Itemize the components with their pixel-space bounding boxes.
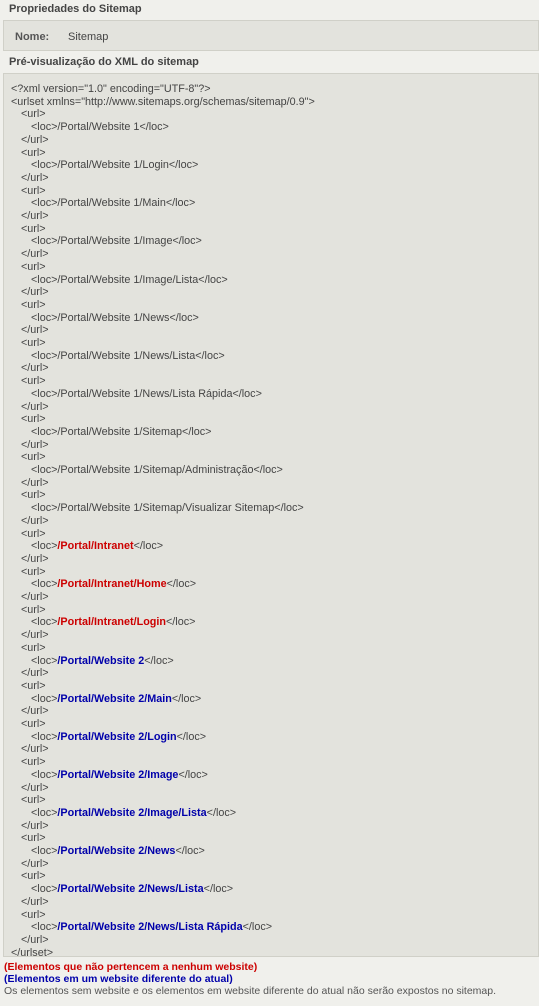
loc-close-tag: </loc> <box>198 273 228 286</box>
sitemap-entry-path: /Portal/Website 1/News <box>57 311 170 324</box>
loc-open-tag: <loc> <box>31 121 58 134</box>
loc-close-tag: </loc> <box>274 502 304 515</box>
loc-open-tag: <loc> <box>31 464 58 476</box>
loc-close-tag: </loc> <box>144 654 174 667</box>
loc-open-tag: <loc> <box>31 921 58 934</box>
loc-close-tag: </loc> <box>133 540 164 553</box>
name-value: Sitemap <box>68 31 109 43</box>
sitemap-entry-path: /Portal/Website 1/Sitemap/Administração <box>57 464 254 476</box>
loc-open-tag: <loc> <box>31 425 58 438</box>
loc-close-tag: </loc> <box>203 883 234 896</box>
sitemap-entry-path: /Portal/Website 2/News/Lista Rápida <box>57 921 243 934</box>
preview-section-title: Pré-visualização do XML do sitemap <box>0 53 539 71</box>
sitemap-entry-path: /Portal/Intranet <box>57 540 134 553</box>
sitemap-entry-path: /Portal/Website 1/News/Lista Rápida <box>57 387 233 400</box>
loc-close-tag: </loc> <box>166 616 196 629</box>
legend-note: Os elementos sem website e os elementos … <box>4 985 497 997</box>
sitemap-entry-path: /Portal/Website 2/Main <box>57 692 172 705</box>
loc-close-tag: </loc> <box>206 806 237 819</box>
loc-close-tag: </loc> <box>176 730 207 743</box>
xml-preview-panel: <?xml version="1.0" encoding="UTF-8"?> <u… <box>3 73 539 957</box>
sitemap-entry-path: /Portal/Website 2/News <box>57 845 176 857</box>
loc-close-tag: </loc> <box>182 425 212 438</box>
url-loc: <loc>/Portal/Website 1/News/Lista Rápida… <box>11 387 262 401</box>
loc-open-tag: <loc> <box>31 578 58 591</box>
loc-open-tag: <loc> <box>31 806 58 819</box>
loc-close-tag: </loc> <box>171 692 202 705</box>
loc-open-tag: <loc> <box>31 883 58 896</box>
loc-close-tag: </loc> <box>232 387 262 400</box>
sitemap-entry-path: /Portal/Website 1/Main <box>57 197 166 210</box>
loc-open-tag: <loc> <box>31 159 58 172</box>
loc-open-tag: <loc> <box>31 387 58 400</box>
sitemap-entry-path: /Portal/Website 2/Image <box>57 768 179 781</box>
legend-no-website: (Elementos que não pertencem a nenhum we… <box>4 961 258 973</box>
url-loc: <loc>/Portal/Website 1/Sitemap/Visualiza… <box>11 501 304 515</box>
properties-section-title: Propriedades do Sitemap <box>0 0 539 18</box>
loc-open-tag: <loc> <box>31 654 58 667</box>
loc-close-tag: </loc> <box>139 121 169 134</box>
sitemap-entry-path: /Portal/Intranet/Login <box>57 616 166 629</box>
name-row: Nome: Sitemap <box>3 20 539 51</box>
sitemap-entry-path: /Portal/Website 2/Login <box>57 730 177 743</box>
sitemap-entry-path: /Portal/Website 1/Sitemap/Visualizar Sit… <box>57 502 275 515</box>
loc-close-tag: </loc> <box>253 464 283 476</box>
name-label: Nome: <box>15 31 50 43</box>
sitemap-entry-path: /Portal/Website 1/Sitemap <box>57 425 183 438</box>
loc-close-tag: </loc> <box>168 159 199 172</box>
loc-open-tag: <loc> <box>31 730 58 743</box>
loc-close-tag: </loc> <box>175 845 205 857</box>
sitemap-entry-path: /Portal/Website 1/Login <box>57 159 169 172</box>
sitemap-entry-path: /Portal/Website 2/News/Lista <box>57 883 204 896</box>
sitemap-entry-path: /Portal/Website 2 <box>57 654 145 667</box>
loc-open-tag: <loc> <box>31 616 58 629</box>
sitemap-entry-path: /Portal/Website 1/Image/Lista <box>57 273 199 286</box>
loc-close-tag: </loc> <box>166 578 197 591</box>
loc-open-tag: <loc> <box>31 197 58 210</box>
loc-open-tag: <loc> <box>31 768 58 781</box>
url-loc: <loc>/Portal/Website 2/News/Lista Rápida… <box>11 920 272 934</box>
loc-close-tag: </loc> <box>169 311 199 324</box>
loc-open-tag: <loc> <box>31 311 58 324</box>
sitemap-entry-path: /Portal/Website 1 <box>57 121 140 134</box>
loc-close-tag: </loc> <box>165 197 196 210</box>
sitemap-entry-path: /Portal/Intranet/Home <box>57 578 167 591</box>
loc-close-tag: </loc> <box>242 921 273 934</box>
loc-close-tag: </loc> <box>195 349 225 362</box>
loc-open-tag: <loc> <box>31 349 58 362</box>
urlset-open: <urlset xmlns="http://www.sitemaps.org/s… <box>11 95 315 108</box>
sitemap-entry-path: /Portal/Website 1/News/Lista <box>57 349 196 362</box>
sitemap-entry-path: /Portal/Website 1/Image <box>57 235 173 248</box>
urlset-close: </urlset> <box>11 946 54 957</box>
sitemap-entry-path: /Portal/Website 2/Image/Lista <box>57 806 207 819</box>
loc-open-tag: <loc> <box>31 235 58 248</box>
loc-open-tag: <loc> <box>31 692 58 705</box>
loc-close-tag: </loc> <box>172 235 202 248</box>
loc-open-tag: <loc> <box>31 845 58 857</box>
legend-other-website: (Elementos em um website diferente do at… <box>4 973 233 985</box>
loc-open-tag: <loc> <box>31 540 58 553</box>
loc-open-tag: <loc> <box>31 273 58 286</box>
url-loc: <loc>/Portal/Website 1/Sitemap/Administr… <box>11 463 283 477</box>
loc-close-tag: </loc> <box>178 768 208 781</box>
loc-open-tag: <loc> <box>31 502 58 515</box>
